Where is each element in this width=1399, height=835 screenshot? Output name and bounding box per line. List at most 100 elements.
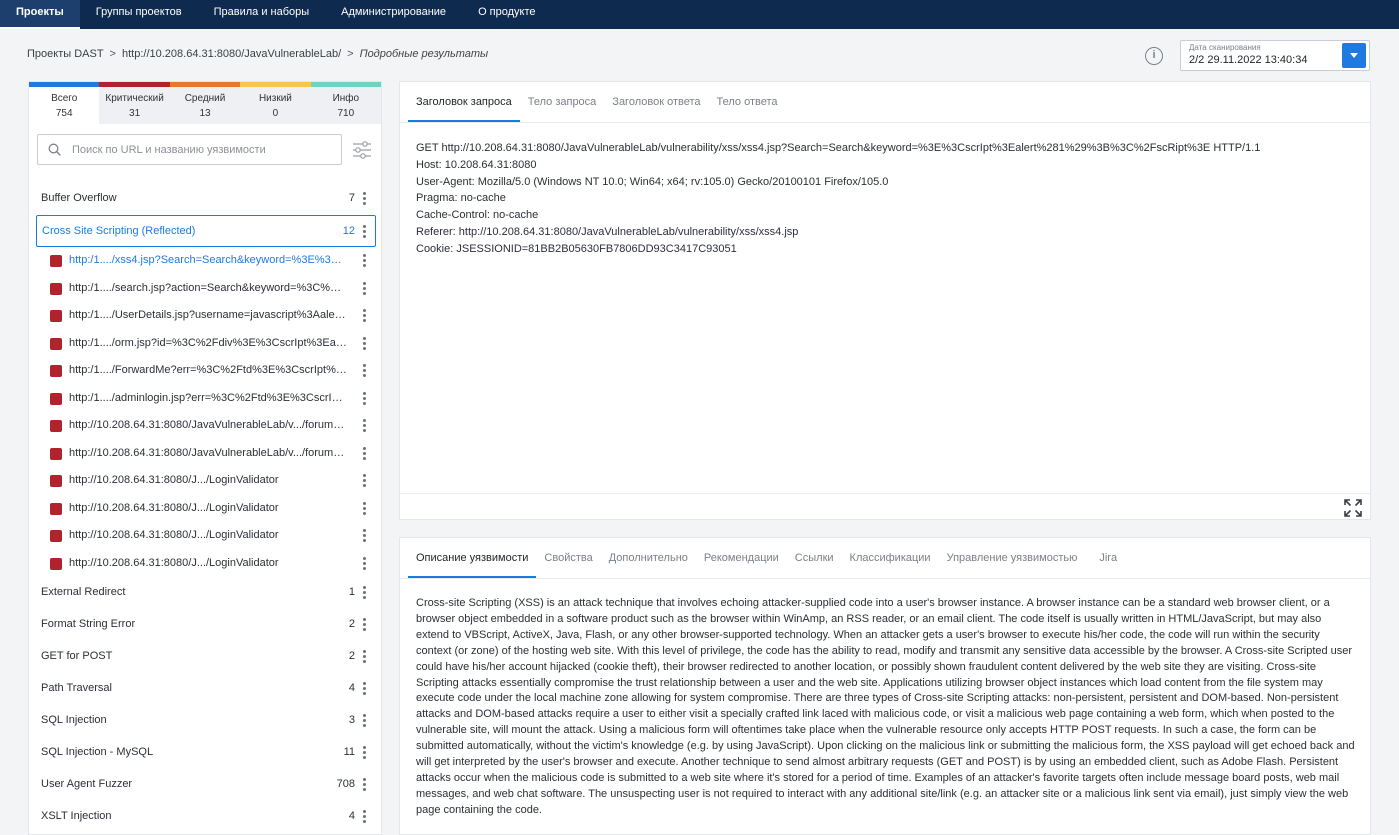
more-vertical-icon[interactable] xyxy=(363,364,367,378)
more-vertical-icon[interactable] xyxy=(363,254,367,268)
more-vertical-icon[interactable] xyxy=(363,556,367,571)
vuln-url-row[interactable]: http://10.208.64.31:8080/J.../LoginValid… xyxy=(29,522,381,550)
vuln-description-text: Cross-site Scripting (XSS) is an attack … xyxy=(416,597,1355,816)
vuln-url-row[interactable]: http:/1..../adminlogin.jsp?err=%3C%2Ftd%… xyxy=(29,385,381,413)
more-vertical-icon[interactable] xyxy=(363,309,367,323)
vuln-group-name: SQL Injection - MySQL xyxy=(41,746,154,758)
info-icon[interactable]: i xyxy=(1145,47,1163,65)
more-vertical-icon[interactable] xyxy=(363,682,367,696)
more-vertical-icon[interactable] xyxy=(363,501,367,516)
severity-count: 13 xyxy=(199,108,211,119)
tab-jira[interactable]: Jira xyxy=(1085,538,1125,578)
more-vertical-icon[interactable] xyxy=(363,391,367,406)
vuln-group-row-selected[interactable]: Cross Site Scripting (Reflected) 12 xyxy=(36,215,376,247)
filter-settings-icon[interactable] xyxy=(352,140,372,160)
more-vertical-icon[interactable] xyxy=(363,650,367,664)
vuln-group-name: SQL Injection xyxy=(41,714,107,726)
vuln-group-count: 4 xyxy=(348,810,355,822)
vuln-url: http:/1..../ForwardMe?err=%3C%2Ftd%3E%3C… xyxy=(69,364,347,376)
more-vertical-icon[interactable] xyxy=(363,474,367,488)
search-input[interactable] xyxy=(72,141,332,159)
nav-item-project-groups[interactable]: Группы проектов xyxy=(80,0,198,29)
vuln-url-row[interactable]: http:/1..../UserDetails.jsp?username=jav… xyxy=(29,302,381,330)
severity-stripe xyxy=(310,82,381,87)
more-vertical-icon[interactable] xyxy=(363,746,367,760)
vuln-url-row[interactable]: http://10.208.64.31:8080/JavaVulnerableL… xyxy=(29,412,381,440)
breadcrumb-dast-projects[interactable]: Проекты DAST xyxy=(27,48,104,60)
request-line: Cookie: JSESSIONID=81BB2B05630FB7806DD93… xyxy=(416,242,737,255)
more-vertical-icon[interactable] xyxy=(363,586,367,600)
breadcrumb-project-url[interactable]: http://10.208.64.31:8080/JavaVulnerableL… xyxy=(122,48,341,60)
severity-medium[interactable]: Средний 13 xyxy=(169,82,241,124)
vuln-group-name: XSLT Injection xyxy=(41,810,112,822)
tab-recommendations[interactable]: Рекомендации xyxy=(696,538,787,578)
severity-label: Инфо xyxy=(332,93,360,104)
vuln-url-row[interactable]: http:/1..../xss4.jsp?Search=Search&keywo… xyxy=(29,247,381,275)
nav-item-rules[interactable]: Правила и наборы xyxy=(198,0,326,29)
vuln-group-row[interactable]: Format String Error 2 xyxy=(29,609,381,641)
severity-total[interactable]: Всего 754 xyxy=(29,82,100,124)
more-vertical-icon[interactable] xyxy=(363,225,367,239)
severity-count: 31 xyxy=(129,108,141,119)
more-vertical-icon[interactable] xyxy=(363,618,367,632)
vuln-url-row[interactable]: http://10.208.64.31:8080/J.../LoginValid… xyxy=(29,495,381,523)
severity-count: 754 xyxy=(55,108,73,119)
critical-severity-icon xyxy=(50,530,62,542)
vuln-url-row[interactable]: http:/1..../ForwardMe?err=%3C%2Ftd%3E%3C… xyxy=(29,357,381,385)
severity-critical[interactable]: Критический 31 xyxy=(99,82,170,124)
vuln-group-row[interactable]: Buffer Overflow 7 xyxy=(29,183,381,215)
vuln-group-count: 11 xyxy=(343,746,355,758)
tab-vuln-management[interactable]: Управление уязвимостью xyxy=(939,538,1086,578)
tab-additional[interactable]: Дополнительно xyxy=(601,538,696,578)
more-vertical-icon[interactable] xyxy=(363,192,367,206)
more-vertical-icon[interactable] xyxy=(363,778,367,792)
severity-filter-bar: Всего 754 Критический 31 Средний 13 Низк… xyxy=(29,82,381,124)
more-vertical-icon[interactable] xyxy=(363,714,367,728)
tab-response-header[interactable]: Заголовок ответа xyxy=(604,82,708,122)
tab-response-body[interactable]: Тело ответа xyxy=(709,82,786,122)
tab-request-header[interactable]: Заголовок запроса xyxy=(408,82,520,122)
more-vertical-icon[interactable] xyxy=(363,281,367,296)
vuln-group-row[interactable]: Path Traversal 4 xyxy=(29,673,381,705)
more-vertical-icon[interactable] xyxy=(363,529,367,543)
severity-count: 0 xyxy=(272,108,279,119)
vuln-group-row[interactable]: XSLT Injection 4 xyxy=(29,801,381,833)
scan-date-select[interactable]: Дата сканирования 2/2 29.11.2022 13:40:3… xyxy=(1180,40,1370,71)
severity-low[interactable]: Низкий 0 xyxy=(240,82,311,124)
tab-request-body[interactable]: Тело запроса xyxy=(520,82,605,122)
tab-properties[interactable]: Свойства xyxy=(536,538,600,578)
nav-item-about[interactable]: О продукте xyxy=(462,0,551,29)
tab-vuln-description[interactable]: Описание уязвимости xyxy=(408,538,537,578)
vuln-url: http://10.208.64.31:8080/JavaVulnerableL… xyxy=(69,419,347,431)
vuln-url-row[interactable]: http://10.208.64.31:8080/JavaVulnerableL… xyxy=(29,440,381,468)
vuln-url-row[interactable]: http:/1..../search.jsp?action=Search&key… xyxy=(29,275,381,303)
vuln-group-row[interactable]: GET for POST 2 xyxy=(29,641,381,673)
severity-info[interactable]: Инфо 710 xyxy=(310,82,381,124)
vuln-group-row[interactable]: SQL Injection - MySQL 11 xyxy=(29,737,381,769)
vuln-groups-after: External Redirect 1 Format String Error 2 GE… xyxy=(29,577,381,833)
expand-icon[interactable] xyxy=(1344,499,1362,517)
severity-label: Низкий xyxy=(258,93,292,104)
vuln-group-row[interactable]: External Redirect 1 xyxy=(29,577,381,609)
more-vertical-icon[interactable] xyxy=(363,446,367,461)
more-vertical-icon[interactable] xyxy=(363,336,367,351)
nav-item-projects[interactable]: Проекты xyxy=(0,0,80,29)
vuln-url-row[interactable]: http:/1..../orm.jsp?id=%3C%2Fdiv%3E%3Csc… xyxy=(29,330,381,358)
vuln-url-row[interactable]: http://10.208.64.31:8080/J.../LoginValid… xyxy=(29,550,381,578)
request-line: Cache-Control: no-cache xyxy=(416,209,539,222)
more-vertical-icon[interactable] xyxy=(363,810,367,824)
chevron-down-icon[interactable] xyxy=(1342,43,1366,68)
vuln-url-row[interactable]: http://10.208.64.31:8080/J.../LoginValid… xyxy=(29,467,381,495)
nav-item-admin[interactable]: Администрирование xyxy=(325,0,462,29)
vuln-group-row[interactable]: SQL Injection 3 xyxy=(29,705,381,737)
breadcrumb-current: Подробные результаты xyxy=(359,48,489,60)
vuln-group-row[interactable]: User Agent Fuzzer 708 xyxy=(29,769,381,801)
tab-links[interactable]: Ссылки xyxy=(787,538,842,578)
vuln-group-count: 2 xyxy=(348,618,355,630)
vuln-url: http://10.208.64.31:8080/J.../LoginValid… xyxy=(69,474,279,486)
vuln-url: http:/1..../xss4.jsp?Search=Search&keywo… xyxy=(69,254,347,266)
scan-date-label: Дата сканирования xyxy=(1189,43,1261,52)
tab-classifications[interactable]: Классификации xyxy=(842,538,939,578)
more-vertical-icon[interactable] xyxy=(363,419,367,433)
critical-severity-icon xyxy=(50,337,62,350)
